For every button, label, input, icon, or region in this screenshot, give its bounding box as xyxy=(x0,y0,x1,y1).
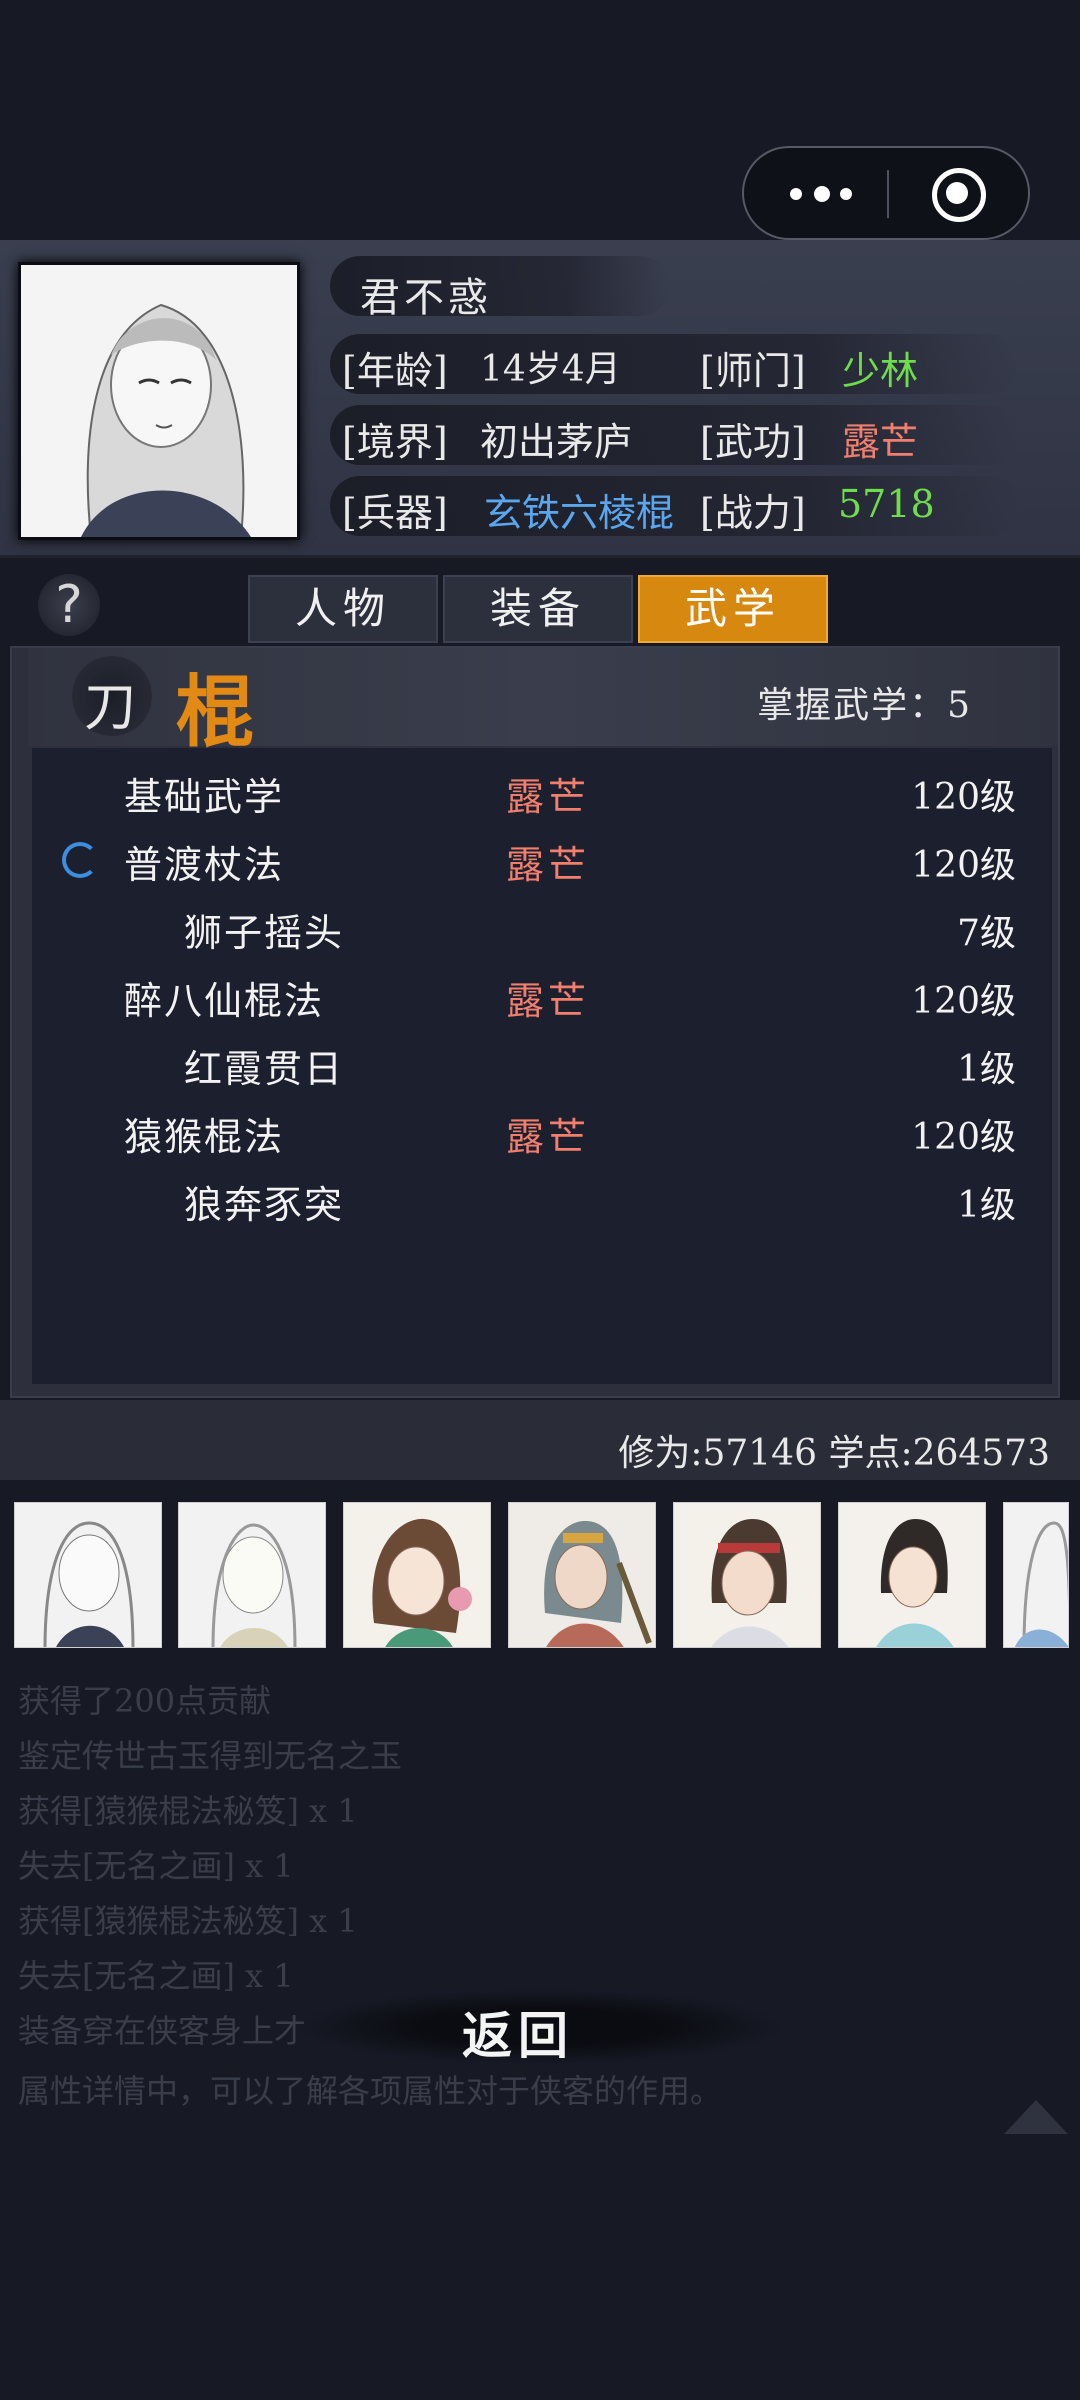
skill-row[interactable]: 基础武学 露芒 120级 xyxy=(32,756,1052,824)
skill-rank: 露芒 xyxy=(506,843,591,887)
close-target-icon[interactable] xyxy=(932,168,986,222)
more-dot xyxy=(790,188,802,200)
more-dot xyxy=(840,188,852,200)
skill-level: 120级 xyxy=(911,981,1016,1022)
loading-icon xyxy=(62,842,98,878)
skill-level: 120级 xyxy=(911,1117,1016,1158)
skill-row[interactable]: 狮子摇头 7级 xyxy=(32,892,1052,960)
log-line: 获得[猿猴棍法秘笈] x 1 xyxy=(18,1792,358,1830)
hero-portrait[interactable] xyxy=(673,1502,821,1648)
hero-portrait[interactable] xyxy=(508,1502,656,1648)
age-label: [年龄] xyxy=(342,349,448,393)
help-icon[interactable]: ? xyxy=(38,574,100,636)
hero-portrait[interactable] xyxy=(14,1502,162,1648)
weapon-value: 玄铁六棱棍 xyxy=(484,491,675,535)
character-portrait xyxy=(18,262,300,540)
skill-rank: 露芒 xyxy=(506,979,591,1023)
character-name: 君不惑 xyxy=(360,275,492,321)
skill-rank: 露芒 xyxy=(506,775,591,819)
log-line: 失去[无名之画] x 1 xyxy=(18,1847,294,1885)
sect-value: 少林 xyxy=(842,349,919,393)
tab-equipment[interactable]: 装备 xyxy=(443,575,633,643)
skill-row[interactable]: 醉八仙棍法 露芒 120级 xyxy=(32,960,1052,1028)
kungfu-value: 露芒 xyxy=(842,420,919,464)
log-line: 属性详情中，可以了解各项属性对于侠客的作用。 xyxy=(18,2072,723,2110)
skill-row[interactable]: 狼奔豕突 1级 xyxy=(32,1164,1052,1232)
skill-level: 1级 xyxy=(957,1049,1016,1090)
skill-level: 1级 xyxy=(957,1185,1016,1226)
cultivation-stats: 修为:57146 学点:264573 xyxy=(618,1433,1050,1474)
skill-name: 狼奔豕突 xyxy=(184,1183,345,1227)
power-label: [战力] xyxy=(700,491,806,535)
back-button[interactable]: 返回 xyxy=(462,1996,574,2068)
skill-name: 红霞贯日 xyxy=(184,1047,345,1091)
log-line: 失去[无名之画] x 1 xyxy=(18,1957,294,1995)
skill-name: 基础武学 xyxy=(124,775,285,819)
skill-name: 狮子摇头 xyxy=(184,911,345,955)
more-icon[interactable] xyxy=(784,172,874,216)
mastered-count: 掌握武学：5 xyxy=(757,685,972,726)
tab-martial-arts[interactable]: 武学 xyxy=(638,575,828,643)
age-value: 14岁4月 xyxy=(480,349,621,390)
tab-character[interactable]: 人物 xyxy=(248,575,438,643)
hero-portrait[interactable] xyxy=(178,1502,326,1648)
skill-name: 醉八仙棍法 xyxy=(124,979,325,1023)
log-line: 获得[猿猴棍法秘笈] x 1 xyxy=(18,1902,358,1940)
skill-level: 120级 xyxy=(911,777,1016,818)
hero-portrait[interactable] xyxy=(1003,1502,1069,1648)
skill-row[interactable]: 猿猴棍法 露芒 120级 xyxy=(32,1096,1052,1164)
more-dot xyxy=(814,186,830,202)
skill-level: 120级 xyxy=(911,845,1016,886)
skill-rank: 露芒 xyxy=(506,1115,591,1159)
weapon-tab-gun[interactable]: 棍 xyxy=(176,650,254,762)
realm-value: 初出茅庐 xyxy=(480,420,633,464)
log-line: 获得了200点贡献 xyxy=(18,1682,272,1720)
miniprogram-capsule xyxy=(742,146,1030,240)
hero-portrait[interactable] xyxy=(838,1502,986,1648)
weapon-tab-dao[interactable]: 刀 xyxy=(84,665,136,740)
log-line: 装备穿在侠客身上才 xyxy=(18,2012,307,2050)
realm-label: [境界] xyxy=(342,420,448,464)
skill-list: 基础武学 露芒 120级 普渡杖法 露芒 120级 狮子摇头 7级 醉八仙棍法 … xyxy=(32,748,1052,1384)
skill-level: 7级 xyxy=(957,913,1016,954)
skill-row[interactable]: 普渡杖法 露芒 120级 xyxy=(32,824,1052,892)
log-line: 鉴定传世古玉得到无名之玉 xyxy=(18,1737,403,1775)
power-value: 5718 xyxy=(838,482,935,526)
sect-label: [师门] xyxy=(700,349,806,393)
hero-portrait[interactable] xyxy=(343,1502,491,1648)
scroll-up-icon[interactable] xyxy=(1004,2100,1068,2134)
kungfu-label: [武功] xyxy=(700,420,806,464)
skill-name: 普渡杖法 xyxy=(124,843,285,887)
skill-name: 猿猴棍法 xyxy=(124,1115,285,1159)
skill-row[interactable]: 红霞贯日 1级 xyxy=(32,1028,1052,1096)
weapon-label: [兵器] xyxy=(342,491,448,535)
capsule-divider xyxy=(887,170,889,218)
